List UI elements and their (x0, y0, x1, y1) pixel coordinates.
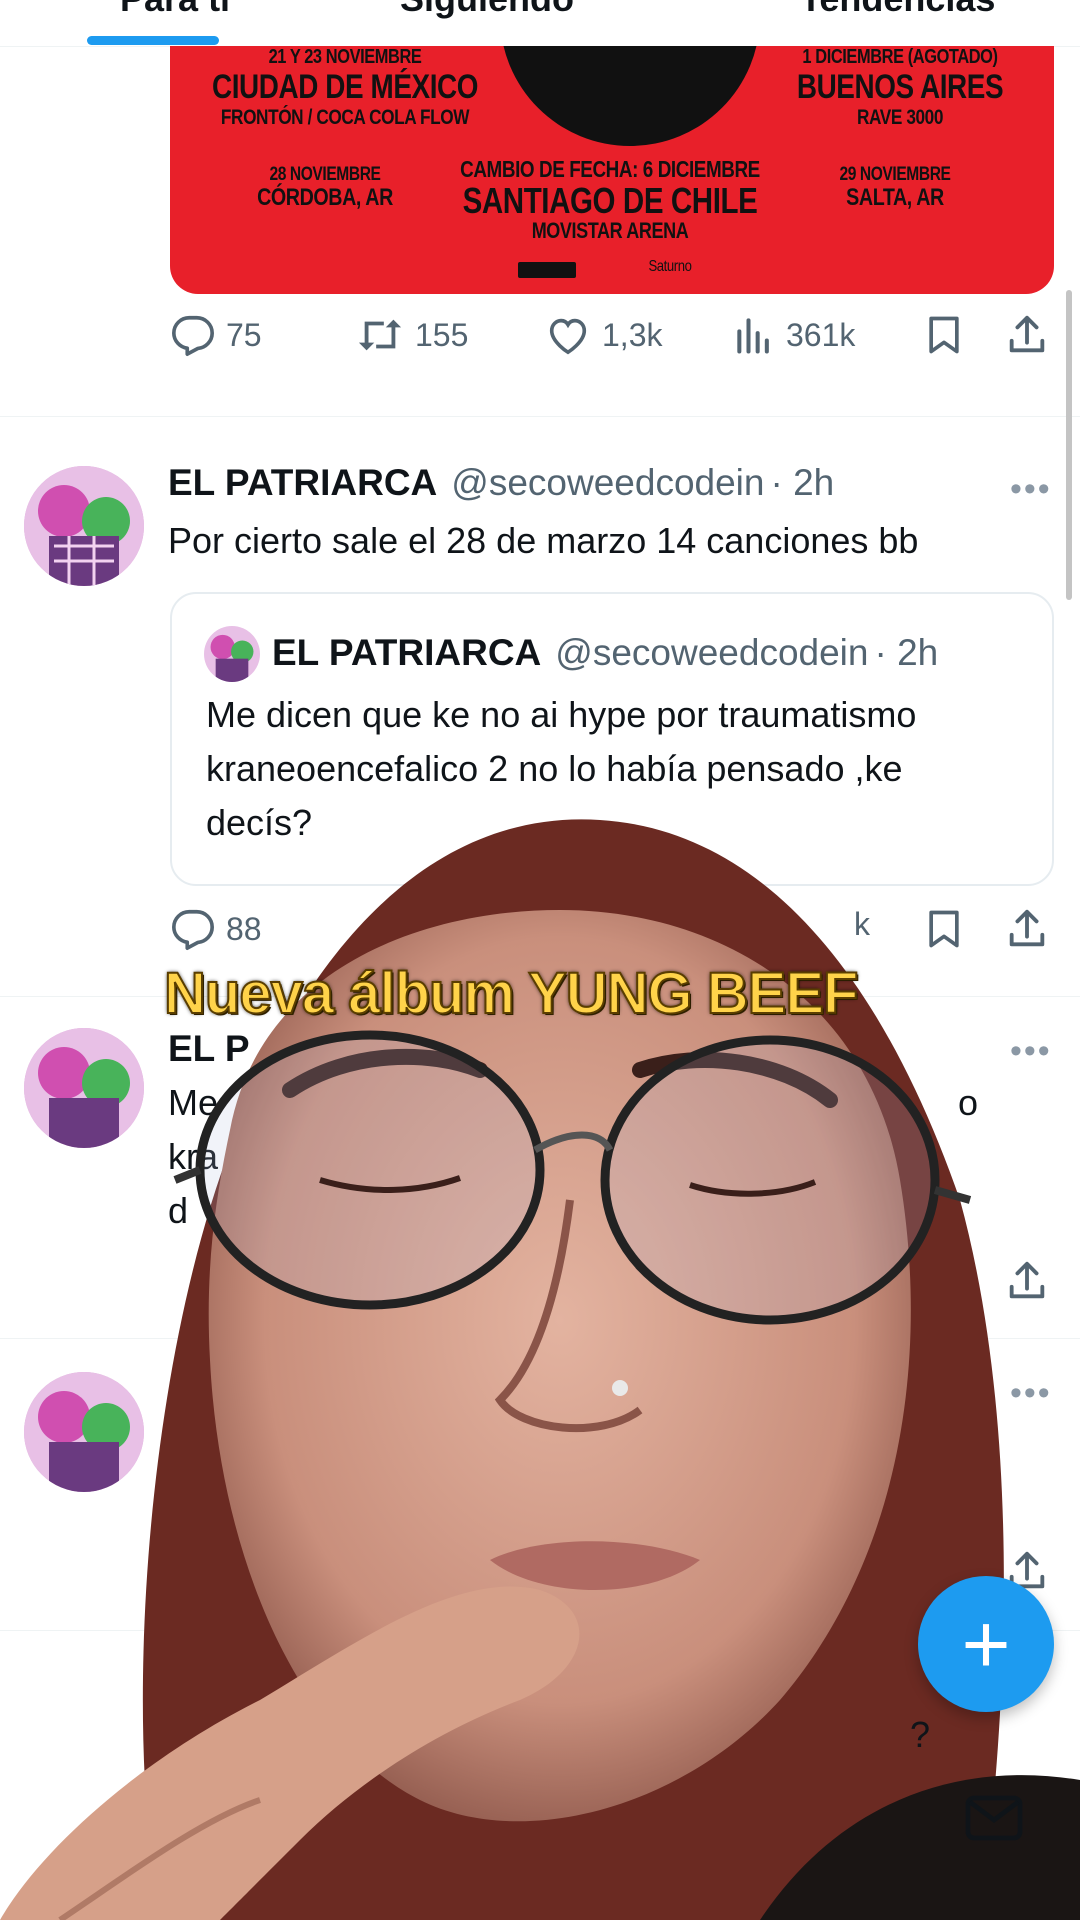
quoted-text-line-2: kraneoencefalico 2 no lo había pensado ,… (206, 748, 903, 789)
poster-sponsor-logo-2: Saturno (648, 258, 692, 275)
quoted-avatar (204, 626, 260, 682)
poster-santiago-city: SANTIAGO DE CHILE (462, 180, 758, 221)
poster-salta-city: SALTA, AR (846, 184, 944, 211)
tab-for-you[interactable]: Para ti (120, 0, 230, 20)
bookmark-icon (929, 316, 959, 354)
envelope-icon (965, 1795, 1023, 1841)
view-count: 361k (786, 316, 856, 353)
poster-date-change: CAMBIO DE FECHA: 6 DICIEMBRE (460, 156, 760, 182)
compose-button[interactable]: + (918, 1576, 1054, 1712)
active-tab-indicator (87, 36, 219, 45)
quoted-author-name: EL PATRIARCA (272, 632, 542, 673)
bookmark-button[interactable] (922, 312, 966, 358)
quoted-post-time: · 2h (874, 632, 939, 673)
scrollbar[interactable] (1066, 290, 1072, 600)
poster-right-venue: RAVE 3000 (857, 106, 943, 129)
tab-following[interactable]: Siguiendo (400, 0, 574, 20)
quoted-avatar-image (204, 626, 260, 682)
reply-count: 75 (226, 316, 262, 353)
post-time: · 2h (770, 462, 835, 503)
tweet-divider (0, 416, 1080, 417)
like-count: 1,3k (602, 316, 663, 353)
quoted-author-handle: @secoweedcodein (555, 632, 869, 673)
share-button[interactable] (1004, 312, 1050, 358)
tweet-text: Por cierto sale el 28 de marzo 14 cancio… (168, 520, 919, 561)
views-button[interactable]: 361k (732, 312, 855, 358)
author-handle[interactable]: @secoweedcodein (451, 462, 764, 504)
plus-icon: + (961, 1596, 1011, 1691)
quoted-text-line-1: Me dicen que ke no ai hype por traumatis… (206, 694, 917, 735)
tab-trends[interactable]: Tendencias (800, 0, 995, 20)
reply-button[interactable]: 75 (170, 312, 262, 358)
video-caption: Nueva álbum YUNG BEEF (163, 960, 859, 1027)
retweet-icon (358, 319, 402, 351)
heart-icon (549, 318, 587, 355)
views-chart-icon (737, 318, 769, 354)
tweet-text-fragment: ? (910, 1714, 931, 1755)
poster-left-date: 21 Y 23 NOVIEMBRE (268, 46, 422, 68)
poster-cordoba-date: 28 NOVIEMBRE (269, 164, 381, 185)
avatar-image (24, 466, 144, 586)
poster-right-city: BUENOS AIRES (796, 68, 1004, 106)
poster-left-venue: FRONTÓN / COCA COLA FLOW (220, 106, 470, 129)
author-name[interactable]: EL PATRIARCA (168, 462, 437, 504)
retweet-button[interactable]: 155 (355, 312, 468, 358)
avatar[interactable] (24, 466, 144, 586)
tour-poster-image[interactable]: 21 Y 23 NOVIEMBRE CIUDAD DE MÉXICO FRONT… (170, 46, 1054, 294)
top-tab-bar: Para ti Siguiendo Tendencias (0, 0, 1080, 47)
poster-right-date: 1 DICIEMBRE (AGOTADO) (802, 46, 998, 68)
reply-icon (172, 315, 214, 356)
more-options-icon[interactable]: ••• (1010, 470, 1052, 509)
like-button[interactable]: 1,3k (544, 312, 662, 358)
poster-cordoba-city: CÓRDOBA, AR (257, 184, 393, 211)
tweet-action-bar: 75 155 1,3k 361k (170, 312, 1054, 372)
poster-face-graphic (500, 46, 760, 146)
poster-left-city: CIUDAD DE MÉXICO (211, 68, 479, 106)
poster-sponsor-logo (518, 262, 576, 278)
poster-santiago-venue: MOVISTAR ARENA (531, 218, 689, 243)
messages-nav-button[interactable] (964, 1792, 1024, 1849)
share-icon (1009, 315, 1045, 353)
poster-salta-date: 29 NOVIEMBRE (839, 164, 951, 185)
retweet-count: 155 (415, 316, 469, 353)
